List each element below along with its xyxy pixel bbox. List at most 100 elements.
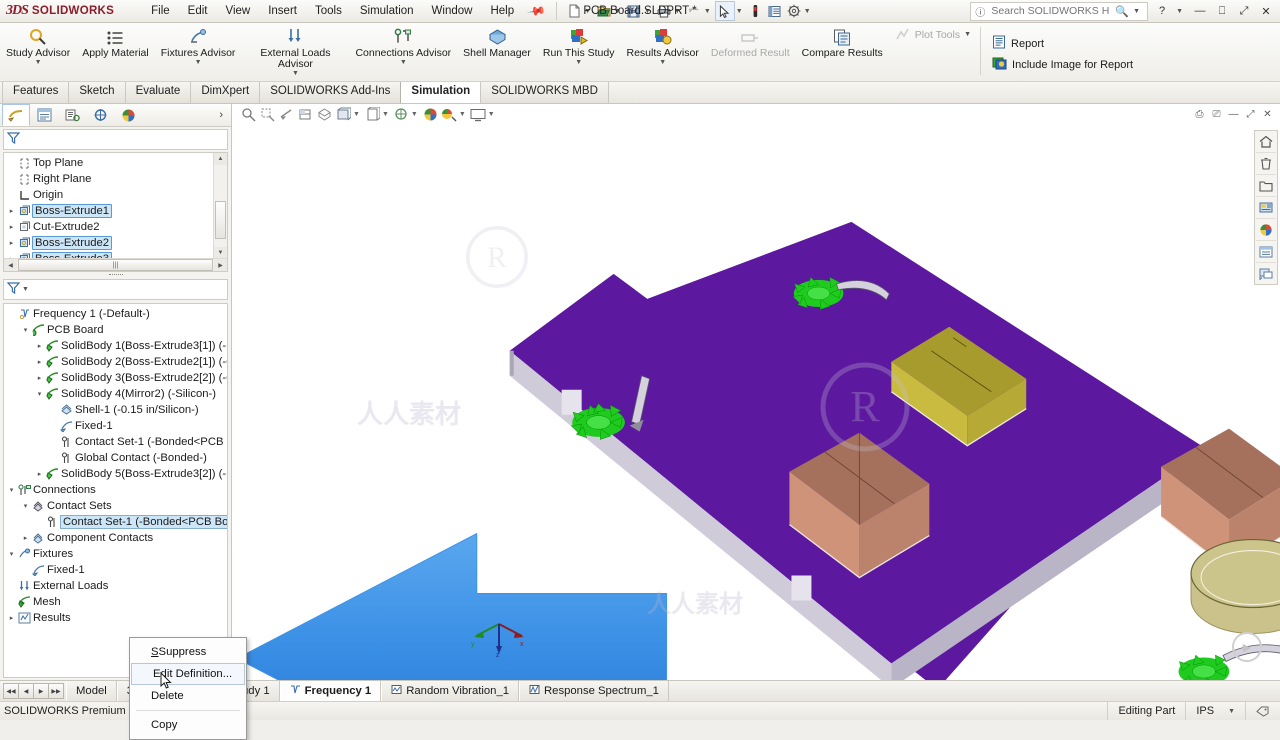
appearances-icon[interactable] [1256, 219, 1276, 241]
dropdown-caret[interactable]: ▼ [400, 59, 407, 66]
help-search-box[interactable]: ⓘ 🔍 ▼ [970, 1, 1149, 21]
ribbon-external-loads-advisor[interactable]: External Loads Advisor ▼ [241, 23, 349, 81]
print-dropdown-caret[interactable]: ▼ [674, 8, 681, 15]
next-tab-button[interactable]: ▶ [33, 683, 49, 699]
simulation-filter-bar[interactable]: ▼ [3, 279, 228, 300]
scroll-left-arrow[interactable]: ◀ [4, 259, 17, 271]
tab-simulation[interactable]: Simulation [400, 81, 482, 103]
ribbon-fixtures-advisor[interactable]: Fixtures Advisor ▼ [155, 23, 242, 81]
sim-tree-row-pcb-board[interactable]: ▾ PCB Board [4, 322, 227, 338]
expand-toggle[interactable]: ▾ [20, 326, 31, 334]
ribbon-apply-material[interactable]: Apply Material [76, 23, 155, 81]
dropdown-caret[interactable]: ▼ [659, 59, 666, 66]
expand-toggle[interactable]: ▾ [20, 502, 31, 510]
home-icon[interactable] [1256, 131, 1276, 153]
hide-show-caret[interactable]: ▼ [382, 111, 389, 118]
sim-tree-row-solidbody-4-mirror2-silicon[interactable]: ▾ SolidBody 4(Mirror2) (-Silicon-) [4, 386, 227, 402]
close-button[interactable]: ✕ [1258, 4, 1274, 19]
view-orientation-icon[interactable] [316, 106, 333, 123]
undo-dropdown-caret[interactable]: ▼ [704, 8, 711, 15]
sim-tree-row-fixed-1[interactable]: Fixed-1 [4, 418, 227, 434]
first-tab-button[interactable]: ◀◀ [3, 683, 19, 699]
ribbon-results-advisor[interactable]: Results Advisor ▼ [620, 23, 704, 81]
search-dropdown-caret[interactable]: ▼ [1133, 8, 1140, 15]
expand-toggle[interactable]: ▾ [6, 486, 17, 494]
folder-icon[interactable] [1256, 175, 1276, 197]
dropdown-caret[interactable]: ▼ [195, 59, 202, 66]
recycle-bin-icon[interactable] [1256, 153, 1276, 175]
feature-tree-vertical-scrollbar[interactable]: ▲ ▼ [213, 153, 227, 259]
graphics-viewport[interactable]: R R R 人人素材 人人素材 ▼ ▼ ▼ ▼ ▼ [232, 104, 1280, 680]
tab-solidworks-mbd[interactable]: SOLIDWORKS MBD [480, 81, 609, 103]
minimize-button[interactable]: — [1192, 4, 1208, 19]
filter-dropdown-caret[interactable]: ▼ [22, 286, 29, 293]
doc-minimize-button[interactable]: — [1227, 109, 1240, 120]
new-dropdown-caret[interactable]: ▼ [584, 8, 591, 15]
select-dropdown-caret[interactable]: ▼ [736, 8, 743, 15]
expand-panel-chevron-icon[interactable]: › [219, 109, 229, 121]
undo-icon[interactable] [685, 2, 703, 20]
menu-bar[interactable]: File Edit View Insert Tools Simulation W… [142, 1, 547, 21]
sim-tree-row-solidbody-2-boss-extrude2-1-copper[interactable]: ▸ SolidBody 2(Boss-Extrude2[1]) (-Copper-… [4, 354, 227, 370]
view-settings-caret[interactable]: ▼ [459, 111, 466, 118]
display-style-caret[interactable]: ▼ [353, 111, 360, 118]
context-menu-item-copy[interactable]: Copy [130, 714, 246, 736]
sim-tree-row-connections[interactable]: ▾ Connections [4, 482, 227, 498]
bottom-tab-model[interactable]: Model [66, 681, 117, 701]
help-dropdown-caret[interactable]: ▼ [1176, 8, 1183, 15]
sim-tree-row-component-contacts[interactable]: ▸ Component Contacts [4, 530, 227, 546]
property-manager-tab[interactable] [30, 104, 58, 126]
magnifier-icon[interactable]: 🔍 [1115, 5, 1129, 18]
menu-edit[interactable]: Edit [179, 3, 217, 19]
units-indicator[interactable]: IPS ▼ [1185, 702, 1245, 720]
hscroll-thumb[interactable]: ||| [18, 259, 213, 271]
tree-row-boss-extrude2[interactable]: ▸ Boss-Extrude2 [4, 235, 212, 251]
context-menu[interactable]: S Suppress Edit Definition... Delete Copy [129, 637, 247, 740]
viewport-layout-caret[interactable]: ▼ [488, 111, 495, 118]
maximize-button[interactable]: ⤢ [1236, 4, 1252, 19]
menu-window[interactable]: Window [423, 3, 482, 19]
menu-tools[interactable]: Tools [306, 3, 351, 19]
bottom-tab-response-spectrum-1[interactable]: Response Spectrum_1 [519, 681, 669, 701]
sim-tree-row-global-contact-bonded[interactable]: Global Contact (-Bonded-) [4, 450, 227, 466]
ribbon-include-image-for-report[interactable]: Include Image for Report [990, 54, 1139, 75]
ribbon-shell-manager[interactable]: Shell Manager [457, 23, 537, 81]
expand-toggle[interactable]: ▸ [34, 374, 45, 382]
display-manager-tab[interactable] [114, 104, 142, 126]
dropdown-caret[interactable]: ▼ [292, 70, 299, 77]
prev-tab-button[interactable]: ◀ [18, 683, 34, 699]
configuration-manager-tab[interactable] [58, 104, 86, 126]
context-menu-item-delete[interactable]: Delete [130, 685, 246, 707]
model-3d-render[interactable] [232, 104, 1280, 680]
expand-toggle[interactable]: ▾ [34, 390, 45, 398]
ribbon-plot-tools[interactable]: Plot Tools ▼ [889, 23, 977, 81]
sim-tree-row-fixtures[interactable]: ▾ Fixtures [4, 546, 227, 562]
tab-solidworks-add-ins[interactable]: SOLIDWORKS Add-Ins [259, 81, 402, 103]
simulation-study-tree[interactable]: Frequency 1 (-Default-) ▾ PCB Board ▸ SolidB… [3, 303, 228, 678]
sim-tree-row-fixed-1[interactable]: Fixed-1 [4, 562, 227, 578]
menu-simulation[interactable]: Simulation [351, 3, 423, 19]
sim-tree-row-mesh[interactable]: Mesh [4, 594, 227, 610]
expand-toggle[interactable]: ▸ [34, 342, 45, 350]
zoom-to-fit-icon[interactable] [240, 106, 257, 123]
previous-view-icon[interactable] [278, 106, 295, 123]
play-triangle-icon[interactable]: ▶ [1232, 632, 1262, 662]
expand-toggle[interactable]: ▸ [34, 358, 45, 366]
expand-toggle[interactable]: ▸ [6, 614, 17, 622]
bottom-tab-random-vibration-1[interactable]: Random Vibration_1 [381, 681, 520, 701]
menu-file[interactable]: File [142, 3, 179, 19]
tree-row-boss-extrude1[interactable]: ▸ Boss-Extrude1 [4, 203, 212, 219]
doc-close-button[interactable]: ✕ [1261, 109, 1274, 120]
tree-row-origin[interactable]: Origin [4, 187, 212, 203]
doc-restore-right-button[interactable]: ⎚ [1210, 109, 1223, 120]
ribbon-report[interactable]: Report [990, 33, 1139, 54]
hide-show-items-icon[interactable] [364, 106, 381, 123]
sim-tree-row-solidbody-3-boss-extrude2-2-copper[interactable]: ▸ SolidBody 3(Boss-Extrude2[2]) (-Copper-… [4, 370, 227, 386]
ribbon-compare-results[interactable]: Compare Results [796, 23, 889, 81]
save-dropdown-caret[interactable]: ▼ [644, 8, 651, 15]
panel-splitter[interactable] [0, 272, 231, 277]
viewport-layout-icon[interactable] [470, 106, 487, 123]
tree-row-top-plane[interactable]: Top Plane [4, 155, 212, 171]
measure-icon[interactable] [747, 2, 765, 20]
units-dropdown-caret[interactable]: ▼ [1228, 708, 1235, 715]
